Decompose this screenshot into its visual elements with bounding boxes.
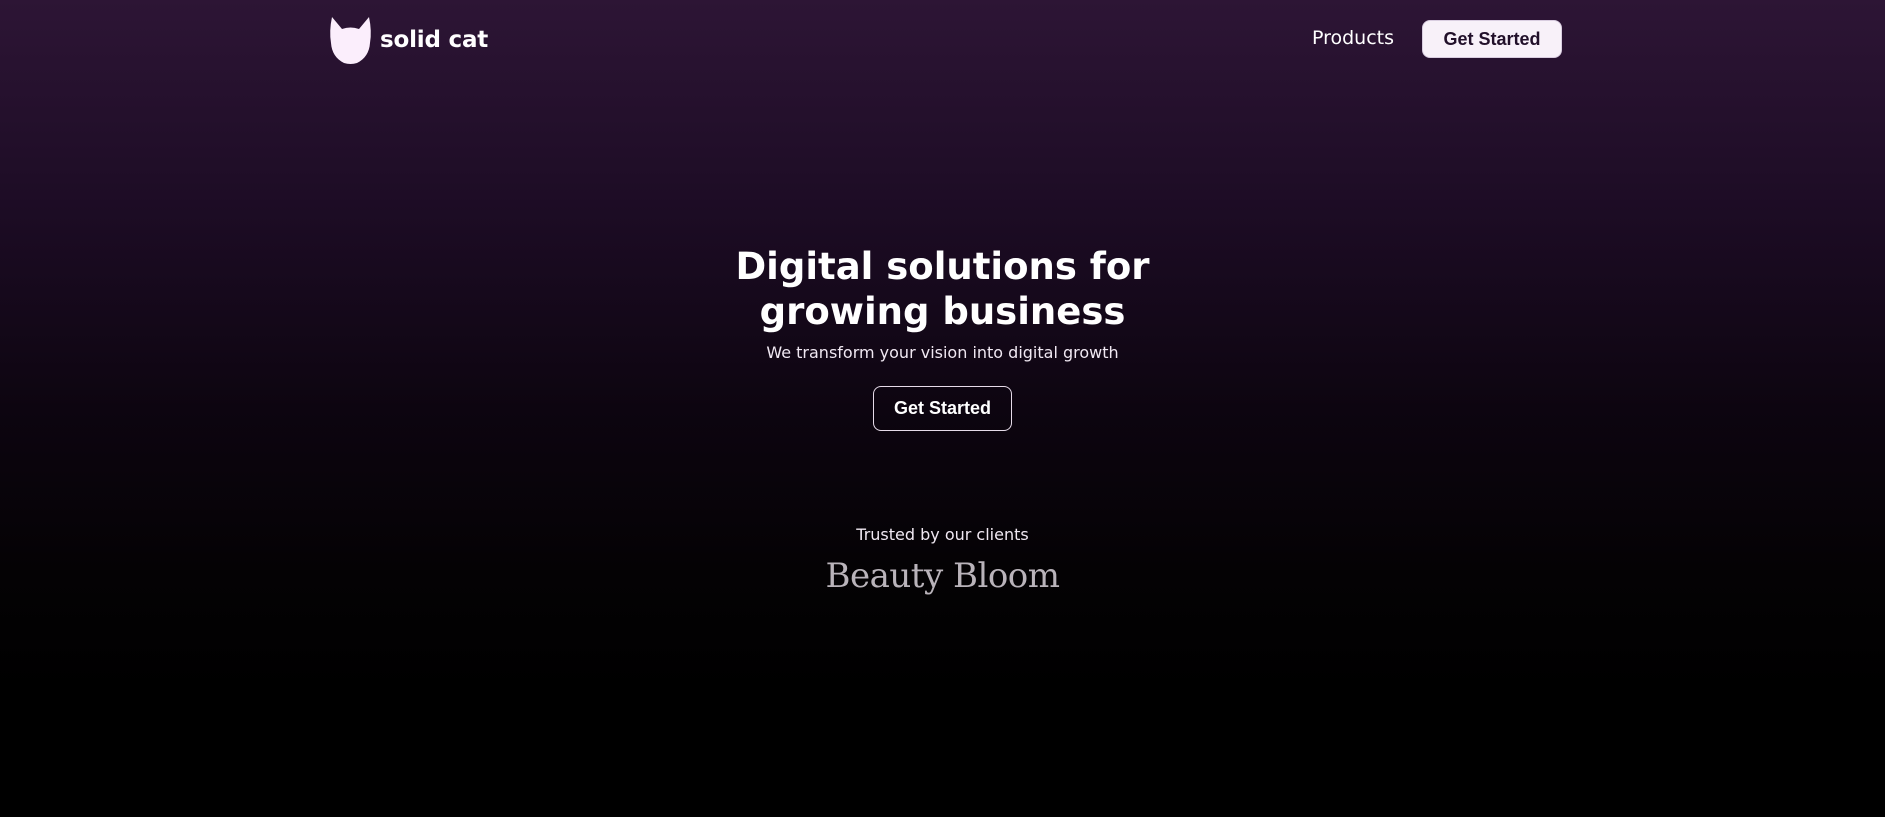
hero-section: Digital solutions for growing business W… [0,244,1885,431]
hero-title: Digital solutions for growing business [735,245,1150,333]
brand-home-link[interactable]: solid cat [329,15,488,65]
cat-head-icon [330,17,371,64]
nav-link-products[interactable]: Products [1312,27,1394,49]
top-nav: solid cat Products Get Started [329,15,1562,65]
nav-get-started-button[interactable]: Get Started [1422,20,1562,58]
client-logo-beauty-bloom: Beauty Bloom [825,556,1061,596]
hero-subtitle: We transform your vision into digital gr… [766,343,1119,362]
hero-get-started-button[interactable]: Get Started [873,386,1012,431]
brand-name: solid cat [380,27,489,53]
clients-heading: Trusted by our clients [856,525,1029,544]
